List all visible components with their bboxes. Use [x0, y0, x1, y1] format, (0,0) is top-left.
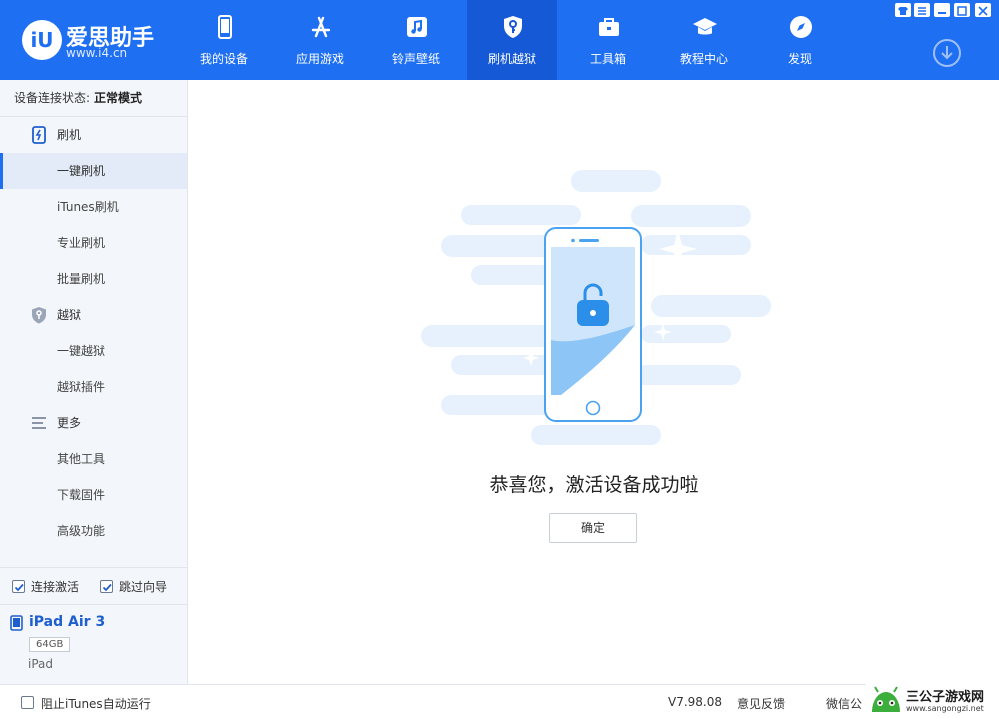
auto-activate-label: 连接激活 [31, 580, 80, 594]
nav-label: 发现 [787, 52, 812, 66]
skip-wizard-checkbox[interactable] [100, 580, 113, 593]
block-itunes-label: 阻止iTunes自动运行 [41, 697, 151, 711]
menu-icon [918, 7, 926, 15]
watermark-title: 三公子游戏网 [906, 690, 985, 705]
download-icon[interactable] [932, 38, 962, 68]
main-content: 恭喜您，激活设备成功啦 确定 [189, 80, 999, 684]
nav-label: 刷机越狱 [487, 52, 536, 66]
menu-group-flash[interactable]: 刷机 [0, 117, 187, 153]
close-icon [978, 6, 988, 16]
nav-label: 我的设备 [199, 52, 248, 66]
device-name: iPad Air 3 [29, 614, 106, 630]
nav-label: 工具箱 [589, 52, 626, 66]
version-label: V7.98.08 [668, 695, 723, 709]
nav-apps-games[interactable]: 应用游戏 [275, 0, 365, 80]
shirt-icon [898, 7, 908, 15]
activation-success-illustration [421, 170, 771, 445]
skin-button[interactable] [895, 3, 911, 17]
nav-toolbox[interactable]: 工具箱 [563, 0, 653, 80]
nav-label: 教程中心 [679, 52, 728, 66]
maximize-button[interactable] [954, 3, 970, 17]
menu-item-other-tools[interactable]: 其他工具 [0, 441, 187, 477]
toolbox-icon [599, 18, 619, 36]
menu-item-one-click-flash[interactable]: 一键刷机 [0, 153, 187, 189]
menu-group-label: 刷机 [57, 128, 82, 142]
site-watermark: 三公子游戏网 www.sangongzi.net [866, 684, 999, 718]
maximize-icon [957, 6, 967, 16]
shield-key-icon [32, 307, 46, 324]
app-store-icon [311, 16, 331, 38]
android-mascot-logo [872, 686, 900, 712]
menu-item-one-click-jailbreak[interactable]: 一键越狱 [0, 333, 187, 369]
music-note-icon [407, 17, 427, 37]
menu-item-itunes-flash[interactable]: iTunes刷机 [0, 189, 187, 225]
sidebar: 设备连接状态: 正常模式 刷机 一键刷机 iTunes刷机 专业刷机 批量刷机 越… [0, 80, 188, 684]
menu-item-jailbreak-plugins[interactable]: 越狱插件 [0, 369, 187, 405]
list-icon [32, 417, 46, 429]
flash-phone-icon [32, 126, 46, 144]
nav-label: 铃声壁纸 [391, 52, 440, 66]
nav-discover[interactable]: 发现 [755, 0, 845, 80]
connection-status: 设备连接状态: 正常模式 [0, 80, 187, 117]
logo-url: www.i4.cn [66, 46, 128, 60]
app-logo: iU 爱思助手 www.i4.cn [22, 18, 162, 64]
nav-tutorial-center[interactable]: 教程中心 [659, 0, 749, 80]
block-itunes-checkbox[interactable] [21, 696, 34, 709]
feedback-link[interactable]: 意见反馈 [737, 695, 785, 712]
nav-flash-jailbreak[interactable]: 刷机越狱 [467, 0, 557, 80]
menu-group-more[interactable]: 更多 [0, 405, 187, 441]
close-button[interactable] [975, 3, 991, 17]
graduation-cap-icon [693, 18, 717, 35]
sidebar-options: 连接激活 跳过向导 [0, 567, 187, 605]
minimize-button[interactable] [934, 3, 950, 17]
shield-key-icon [504, 16, 522, 38]
nav-my-device[interactable]: 我的设备 [179, 0, 269, 80]
nav-label: 应用游戏 [295, 52, 344, 66]
connection-status-label: 设备连接状态: [14, 91, 91, 105]
ok-button[interactable]: 确定 [549, 513, 637, 543]
logo-badge: iU [22, 20, 62, 60]
device-capacity-badge: 64GB [29, 637, 71, 652]
minimize-icon [938, 12, 946, 14]
tablet-icon [10, 615, 23, 631]
menu-item-advanced[interactable]: 高级功能 [0, 513, 187, 549]
menu-item-pro-flash[interactable]: 专业刷机 [0, 225, 187, 261]
menu-group-label: 越狱 [57, 308, 82, 322]
nav-ringtones-wallpapers[interactable]: 铃声壁纸 [371, 0, 461, 80]
skip-wizard-label: 跳过向导 [119, 580, 168, 594]
connection-status-value: 正常模式 [94, 91, 143, 105]
menu-item-download-firmware[interactable]: 下载固件 [0, 477, 187, 513]
auto-activate-checkbox[interactable] [12, 580, 25, 593]
wechat-link[interactable]: 微信公 [826, 695, 862, 712]
menu-group-label: 更多 [57, 416, 82, 430]
status-bar: 阻止iTunes自动运行 V7.98.08 意见反馈 微信公 [0, 684, 999, 718]
menu-item-batch-flash[interactable]: 批量刷机 [0, 261, 187, 297]
menu-group-jailbreak[interactable]: 越狱 [0, 297, 187, 333]
checkmark-icon [14, 583, 24, 592]
menu-button[interactable] [914, 3, 930, 17]
compass-icon [790, 16, 812, 38]
watermark-url: www.sangongzi.net [906, 704, 984, 713]
top-navigation-bar: iU 爱思助手 www.i4.cn 我的设备 应用游戏 铃声壁纸 刷机越狱 工具… [0, 0, 999, 80]
device-type: iPad [28, 657, 54, 671]
checkmark-icon [102, 583, 112, 592]
success-message: 恭喜您，激活设备成功啦 [489, 474, 699, 496]
phone-icon [218, 15, 232, 39]
